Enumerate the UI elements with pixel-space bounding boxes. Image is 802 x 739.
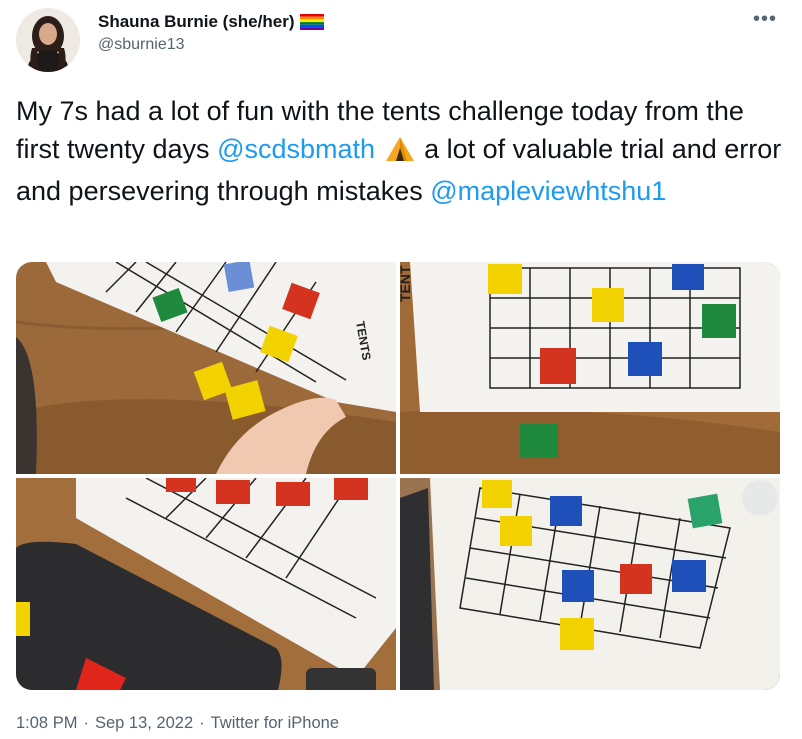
avatar-photo-icon (16, 8, 80, 72)
media-grid: TENTS TENT (16, 262, 780, 690)
photo-1[interactable]: TENTS (16, 262, 396, 474)
avatar[interactable] (16, 8, 80, 72)
photo-2[interactable]: TENT (400, 262, 780, 474)
photo-3[interactable] (16, 478, 396, 690)
mention-link[interactable]: @mapleviewhtshu1 (430, 176, 666, 206)
svg-text:TENT: TENT (400, 265, 413, 302)
meta-separator: · (83, 714, 89, 732)
mention-link[interactable]: @scdsbmath (217, 134, 375, 164)
tweet-header: Shauna Burnie (she/her) @sburnie13 ••• (16, 8, 786, 72)
tweet-text: My 7s had a lot of fun with the tents ch… (16, 92, 786, 210)
tweet-source[interactable]: Twitter for iPhone (211, 714, 339, 733)
tweet-date[interactable]: Sep 13, 2022 (95, 714, 193, 733)
rainbow-flag-icon (300, 14, 325, 30)
display-name[interactable]: Shauna Burnie (she/her) (98, 12, 294, 32)
tent-icon (385, 134, 415, 172)
more-options-button[interactable]: ••• (748, 9, 782, 38)
tweet-meta: 1:08 PM · Sep 13, 2022 · Twitter for iPh… (16, 714, 339, 733)
author-handle[interactable]: @sburnie13 (98, 36, 185, 54)
author-name-row: Shauna Burnie (she/her) (98, 12, 325, 32)
meta-separator: · (199, 714, 205, 732)
photo-4[interactable] (400, 478, 780, 690)
more-horizontal-icon: ••• (752, 8, 777, 30)
tweet-time[interactable]: 1:08 PM (16, 714, 77, 733)
